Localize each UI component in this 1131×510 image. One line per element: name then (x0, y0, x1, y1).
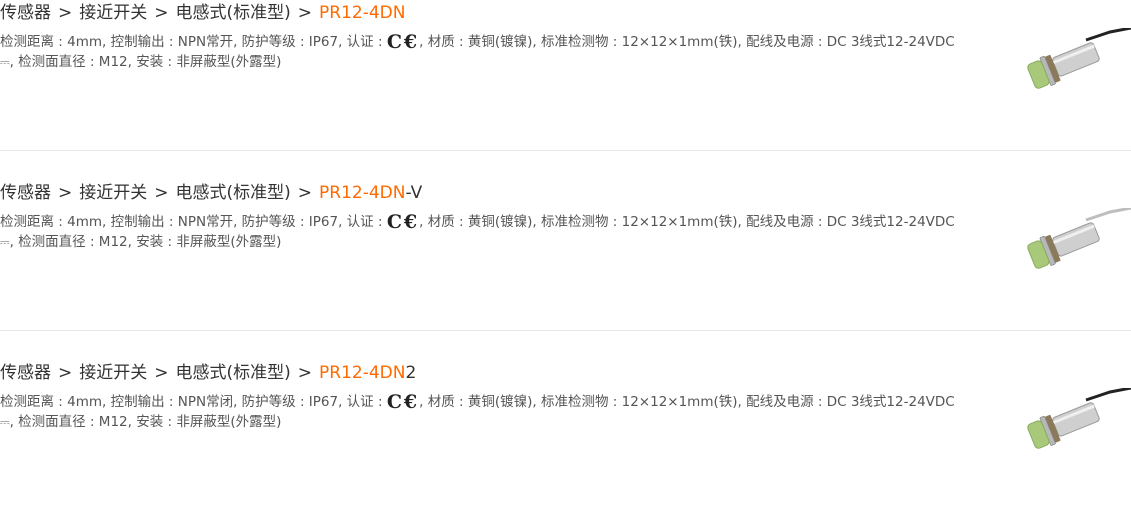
spec-text: 检测距离 : 4mm, 控制输出 : NPN常开, 防护等级 : IP67, 认… (0, 34, 387, 50)
breadcrumb-separator: > (58, 183, 73, 203)
product-specs: 检测距离 : 4mm, 控制输出 : NPN常开, 防护等级 : IP67, 认… (0, 32, 990, 72)
breadcrumb-separator: > (58, 363, 73, 383)
product-breadcrumb: 传感器 > 接近开关 > 电感式(标准型) > PR12-4DN2 (0, 360, 416, 386)
product-model-suffix: -V (405, 183, 423, 203)
divider (0, 330, 1131, 331)
breadcrumb-separator: > (297, 363, 313, 383)
product-specs: 检测距离 : 4mm, 控制输出 : NPN常闭, 防护等级 : IP67, 认… (0, 392, 990, 432)
proximity-sensor-image[interactable] (1020, 28, 1131, 100)
product-model-link[interactable]: PR12-4DN (319, 183, 405, 203)
product-breadcrumb: 传感器 > 接近开关 > 电感式(标准型) > PR12-4DN-V (0, 180, 422, 206)
breadcrumb-link-proximity-switch[interactable]: 接近开关 (79, 3, 147, 23)
product-item[interactable]: 传感器 > 接近开关 > 电感式(标准型) > PR12-4DN-V 检测距离 : 4mm,… (0, 180, 1131, 330)
ce-mark-icon: C€ (386, 31, 420, 53)
product-specs: 检测距离 : 4mm, 控制输出 : NPN常开, 防护等级 : IP67, 认… (0, 212, 990, 252)
breadcrumb-link-sensor[interactable]: 传感器 (0, 363, 51, 383)
spec-text: , 材质 : 黄铜(镀镍), 标准检测物 : 12×12×1mm(铁), 配线及… (419, 214, 955, 230)
dc-symbol-icon: ⎓ (0, 235, 10, 249)
breadcrumb-separator: > (297, 3, 313, 23)
product-breadcrumb: 传感器 > 接近开关 > 电感式(标准型) > PR12-4DN (0, 0, 405, 26)
breadcrumb-separator: > (297, 183, 313, 203)
breadcrumb-link-inductive[interactable]: 电感式(标准型) (176, 3, 291, 23)
breadcrumb-separator: > (58, 3, 73, 23)
breadcrumb-link-sensor[interactable]: 传感器 (0, 3, 51, 23)
breadcrumb-link-inductive[interactable]: 电感式(标准型) (176, 363, 291, 383)
product-item[interactable]: 传感器 > 接近开关 > 电感式(标准型) > PR12-4DN2 检测距离 : 4mm, … (0, 360, 1131, 510)
breadcrumb-separator: > (154, 183, 169, 203)
breadcrumb-link-proximity-switch[interactable]: 接近开关 (79, 183, 147, 203)
product-model-link[interactable]: PR12-4DN (319, 3, 405, 23)
breadcrumb-separator: > (154, 363, 169, 383)
divider (0, 150, 1131, 151)
product-item[interactable]: 传感器 > 接近开关 > 电感式(标准型) > PR12-4DN 检测距离 : 4mm, 控… (0, 0, 1131, 150)
spec-text: , 检测面直径 : M12, 安装 : 非屏蔽型(外露型) (9, 234, 282, 250)
proximity-sensor-image[interactable] (1020, 208, 1131, 280)
breadcrumb-link-inductive[interactable]: 电感式(标准型) (176, 183, 291, 203)
proximity-sensor-image[interactable] (1020, 388, 1131, 460)
sensor-cable (1085, 208, 1131, 222)
spec-text: 检测距离 : 4mm, 控制输出 : NPN常闭, 防护等级 : IP67, 认… (0, 394, 387, 410)
sensor-cable (1085, 28, 1131, 42)
sensor-cable (1085, 388, 1131, 402)
spec-text: , 检测面直径 : M12, 安装 : 非屏蔽型(外露型) (9, 54, 282, 70)
dc-symbol-icon: ⎓ (0, 415, 10, 429)
product-model-link[interactable]: PR12-4DN (319, 363, 405, 383)
ce-mark-icon: C€ (386, 211, 420, 233)
spec-text: 检测距离 : 4mm, 控制输出 : NPN常开, 防护等级 : IP67, 认… (0, 214, 387, 230)
spec-text: , 检测面直径 : M12, 安装 : 非屏蔽型(外露型) (9, 414, 282, 430)
spec-text: , 材质 : 黄铜(镀镍), 标准检测物 : 12×12×1mm(铁), 配线及… (419, 394, 955, 410)
product-model-suffix: 2 (405, 363, 417, 383)
breadcrumb-link-sensor[interactable]: 传感器 (0, 183, 51, 203)
breadcrumb-separator: > (154, 3, 169, 23)
ce-mark-icon: C€ (386, 391, 420, 413)
breadcrumb-link-proximity-switch[interactable]: 接近开关 (79, 363, 147, 383)
dc-symbol-icon: ⎓ (0, 55, 10, 69)
spec-text: , 材质 : 黄铜(镀镍), 标准检测物 : 12×12×1mm(铁), 配线及… (419, 34, 955, 50)
